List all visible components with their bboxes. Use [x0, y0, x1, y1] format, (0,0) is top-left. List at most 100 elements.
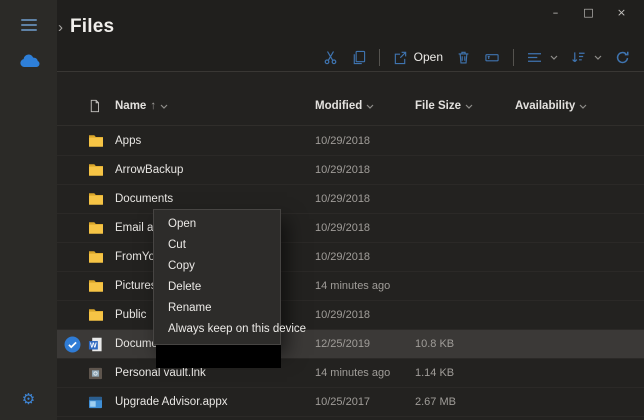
- folder-icon: [89, 135, 103, 147]
- file-row[interactable]: ArrowBackup 10/29/2018: [57, 156, 644, 185]
- minimize-button[interactable]: –: [539, 2, 572, 22]
- chevron-down-icon: [550, 55, 558, 60]
- open-icon: [393, 50, 408, 65]
- vault-icon: [89, 367, 102, 379]
- file-row[interactable]: Email atta 10/29/2018: [57, 214, 644, 243]
- file-modified: 10/29/2018: [315, 135, 371, 147]
- file-modified: 10/29/2018: [315, 309, 371, 321]
- file-icon-cell: [88, 250, 115, 264]
- window-controls: – □ ×: [539, 2, 638, 22]
- chevron-down-icon: [366, 104, 374, 109]
- settings-button[interactable]: ⚙: [0, 382, 57, 416]
- context-menu-item-delete[interactable]: Delete: [154, 277, 280, 298]
- context-menu-item-cut[interactable]: Cut: [154, 235, 280, 256]
- file-name[interactable]: Documents: [115, 193, 315, 205]
- sort-ascending-icon: ↑: [150, 100, 157, 112]
- file-icon-cell: [88, 308, 115, 322]
- chevron-down-icon: [465, 104, 473, 109]
- word-document-icon: W: [88, 337, 102, 351]
- file-modified: 14 minutes ago: [315, 367, 391, 379]
- refresh-button[interactable]: [615, 50, 630, 65]
- column-header-modified[interactable]: Modified: [315, 100, 415, 112]
- file-row[interactable]: FromYour 10/29/2018: [57, 243, 644, 272]
- cut-button[interactable]: [323, 50, 338, 65]
- delete-button[interactable]: [456, 50, 471, 65]
- folder-icon: [89, 164, 103, 176]
- chevron-down-icon: [594, 55, 602, 60]
- file-modified: 10/29/2018: [315, 193, 371, 205]
- hamburger-icon: [20, 19, 37, 31]
- file-name[interactable]: Apps: [115, 135, 315, 147]
- context-menu-item-always-keep-on-this-device[interactable]: Always keep on this device: [154, 319, 306, 340]
- column-header-availability[interactable]: Availability: [515, 100, 615, 112]
- rename-icon: [484, 50, 500, 65]
- app-package-icon: [89, 396, 102, 408]
- column-header-size[interactable]: File Size: [415, 100, 515, 112]
- folder-icon: [89, 309, 103, 321]
- sort-button[interactable]: [571, 50, 602, 64]
- sidebar: ⚙: [0, 0, 57, 420]
- cut-icon: [323, 50, 338, 65]
- file-row[interactable]: Personal vault.lnk 14 minutes ago 1.14 KB: [57, 359, 644, 388]
- onedrive-window: ⚙ – □ × › Files Open Name ↑ Modified Fil…: [0, 0, 644, 420]
- file-modified: 14 minutes ago: [315, 280, 391, 292]
- sort-icon: [571, 50, 586, 64]
- file-modified: 10/29/2018: [315, 164, 371, 176]
- file-size: 10.8 KB: [415, 338, 455, 350]
- onedrive-button[interactable]: [0, 44, 57, 78]
- file-row[interactable]: Public 10/29/2018: [57, 301, 644, 330]
- file-icon-cell: [88, 221, 115, 235]
- copy-button[interactable]: [351, 50, 366, 65]
- file-name[interactable]: Personal vault.lnk: [115, 367, 315, 379]
- context-menu-item-copy[interactable]: Copy: [154, 256, 280, 277]
- file-type-column-icon[interactable]: [88, 99, 115, 113]
- open-button-label: Open: [413, 50, 443, 64]
- file-row[interactable]: Pictures 14 minutes ago: [57, 272, 644, 301]
- file-icon-cell: [88, 279, 115, 293]
- context-menu-item-open[interactable]: Open: [154, 214, 280, 235]
- folder-icon: [89, 251, 103, 263]
- file-icon-cell: W: [88, 337, 115, 352]
- row-selection-gutter[interactable]: [57, 336, 88, 353]
- toolbar-divider: [57, 71, 644, 72]
- view-list-icon: [527, 51, 542, 64]
- gear-icon: ⚙: [21, 389, 36, 408]
- column-label: File Size: [415, 100, 462, 112]
- open-button[interactable]: Open: [393, 50, 443, 65]
- toolbar: Open: [323, 44, 630, 70]
- svg-text:W: W: [90, 342, 97, 349]
- rename-button[interactable]: [484, 50, 500, 65]
- file-modified: 10/25/2017: [315, 396, 371, 408]
- file-icon-cell: [88, 396, 115, 409]
- view-options-button[interactable]: [527, 51, 558, 64]
- list-header: Name ↑ Modified File Size Availability: [57, 95, 644, 126]
- file-icon-cell: [88, 134, 115, 148]
- chevron-down-icon: [579, 104, 587, 109]
- page-title: Files: [70, 16, 115, 37]
- column-header-name[interactable]: Name ↑: [115, 100, 315, 112]
- file-modified: 10/29/2018: [315, 251, 371, 263]
- chevron-right-icon[interactable]: ›: [58, 20, 63, 35]
- file-row[interactable]: Apps 10/29/2018: [57, 127, 644, 156]
- file-list: Apps 10/29/2018 ArrowBackup 10/29/2018 Docum…: [57, 127, 644, 417]
- file-row[interactable]: Upgrade Advisor.appx 10/25/2017 2.67 MB: [57, 388, 644, 417]
- column-label: Modified: [315, 100, 363, 112]
- maximize-button[interactable]: □: [572, 2, 605, 22]
- file-name[interactable]: Upgrade Advisor.appx: [115, 396, 315, 408]
- copy-icon: [351, 50, 366, 65]
- context-menu: Open Cut Copy Delete Rename Always keep on th…: [153, 209, 306, 345]
- redaction-box: [156, 341, 281, 368]
- folder-icon: [89, 280, 103, 292]
- column-label: Availability: [515, 100, 576, 112]
- file-name[interactable]: ArrowBackup: [115, 164, 315, 176]
- file-row[interactable]: W Documen 12/25/2019 10.8 KB: [57, 330, 644, 359]
- context-menu-item-rename[interactable]: Rename: [154, 298, 280, 319]
- menu-button[interactable]: [0, 8, 57, 42]
- column-label: Name: [115, 100, 147, 112]
- close-button[interactable]: ×: [605, 2, 638, 22]
- delete-icon: [456, 50, 471, 65]
- file-row[interactable]: Documents 10/29/2018: [57, 185, 644, 214]
- toolbar-separator: [513, 48, 514, 66]
- refresh-icon: [615, 50, 630, 65]
- folder-icon: [89, 222, 103, 234]
